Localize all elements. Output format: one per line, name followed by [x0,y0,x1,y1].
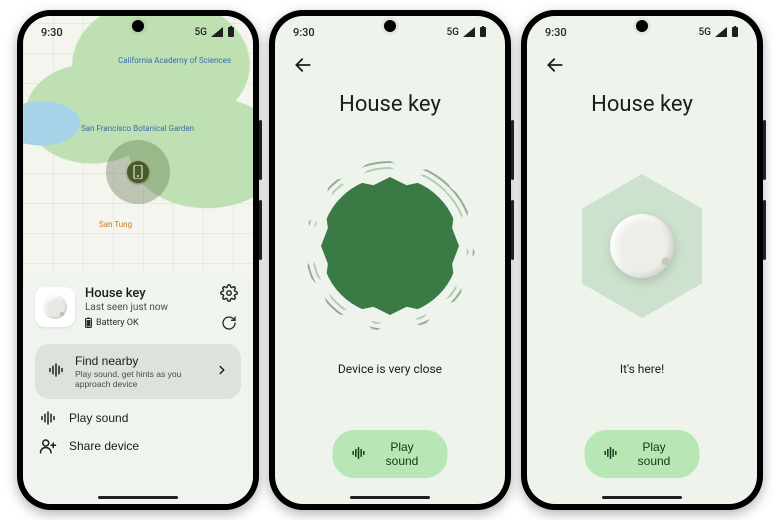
play-sound-label: Play sound [375,440,430,468]
play-sound-button[interactable]: Play sound [585,430,700,478]
arrow-back-icon [545,55,565,78]
sound-bars-icon [39,409,57,427]
play-sound-label: Play sound [69,411,128,425]
find-nearby-subtitle: Play sound, get hints as you approach de… [75,369,205,389]
device-card: House key Last seen just now Battery OK [35,282,241,336]
page-title: House key [275,92,505,117]
find-nearby-button[interactable]: Find nearby Play sound, get hints as you… [35,344,241,399]
refresh-icon [221,315,237,334]
play-sound-button[interactable]: Play sound [333,430,448,478]
nav-pill[interactable] [98,496,178,499]
found-halo [567,171,717,321]
poi-label: San Tung [99,220,132,229]
proximity-status: It's here! [527,362,757,376]
poi-label: San Francisco Botanical Garden [81,124,194,133]
poi-label: California Academy of Sciences [118,56,231,65]
sound-bars-icon [603,445,619,464]
clock: 9:30 [41,26,63,39]
camera-cutout [384,20,396,32]
device-location-marker[interactable] [106,140,170,204]
signal-icon [463,27,475,37]
refresh-button[interactable] [217,312,241,336]
tracker-tag-icon [604,208,680,284]
play-sound-label: Play sound [627,440,682,468]
tracker-tag-icon [43,295,67,319]
screen-finder-found: 9:30 5G House key It's here! [527,16,757,504]
screen-finder-close: 9:30 5G House key Devic [275,16,505,504]
camera-cutout [132,20,144,32]
find-nearby-title: Find nearby [75,354,205,368]
network-label: 5G [699,27,712,38]
gear-icon [220,284,238,305]
signal-icon [715,27,727,37]
page-title: House key [527,92,757,117]
battery-icon [731,26,739,38]
proximity-blob [321,177,459,315]
battery-icon [479,26,487,38]
phone-frame: 9:30 5G House key Devic [269,10,511,510]
proximity-visual [275,146,505,346]
person-plus-icon [39,437,57,455]
battery-icon [227,26,235,38]
share-device-row[interactable]: Share device [35,427,241,455]
phone-frame: 9:30 5G House key It's here! [521,10,763,510]
arrow-back-icon [293,55,313,78]
screen-map: 9:30 5G California Academy of Sciences S… [23,16,253,504]
back-button[interactable] [541,52,569,80]
signal-icon [211,27,223,37]
camera-cutout [636,20,648,32]
device-thumbnail [35,287,75,327]
network-label: 5G [195,27,208,38]
chevron-right-icon [215,363,229,380]
bottom-sheet: House key Last seen just now Battery OK [23,272,253,504]
phone-marker-icon [127,161,149,183]
found-visual [527,146,757,346]
nav-pill[interactable] [602,496,682,499]
play-sound-row[interactable]: Play sound [35,399,241,427]
nav-pill[interactable] [350,496,430,499]
share-device-label: Share device [69,439,139,453]
proximity-status: Device is very close [275,362,505,376]
sound-bars-icon [47,361,65,382]
back-button[interactable] [289,52,317,80]
settings-button[interactable] [217,282,241,306]
phone-frame: 9:30 5G California Academy of Sciences S… [17,10,259,510]
network-label: 5G [447,27,460,38]
clock: 9:30 [293,26,315,39]
sound-bars-icon [351,445,367,464]
clock: 9:30 [545,26,567,39]
